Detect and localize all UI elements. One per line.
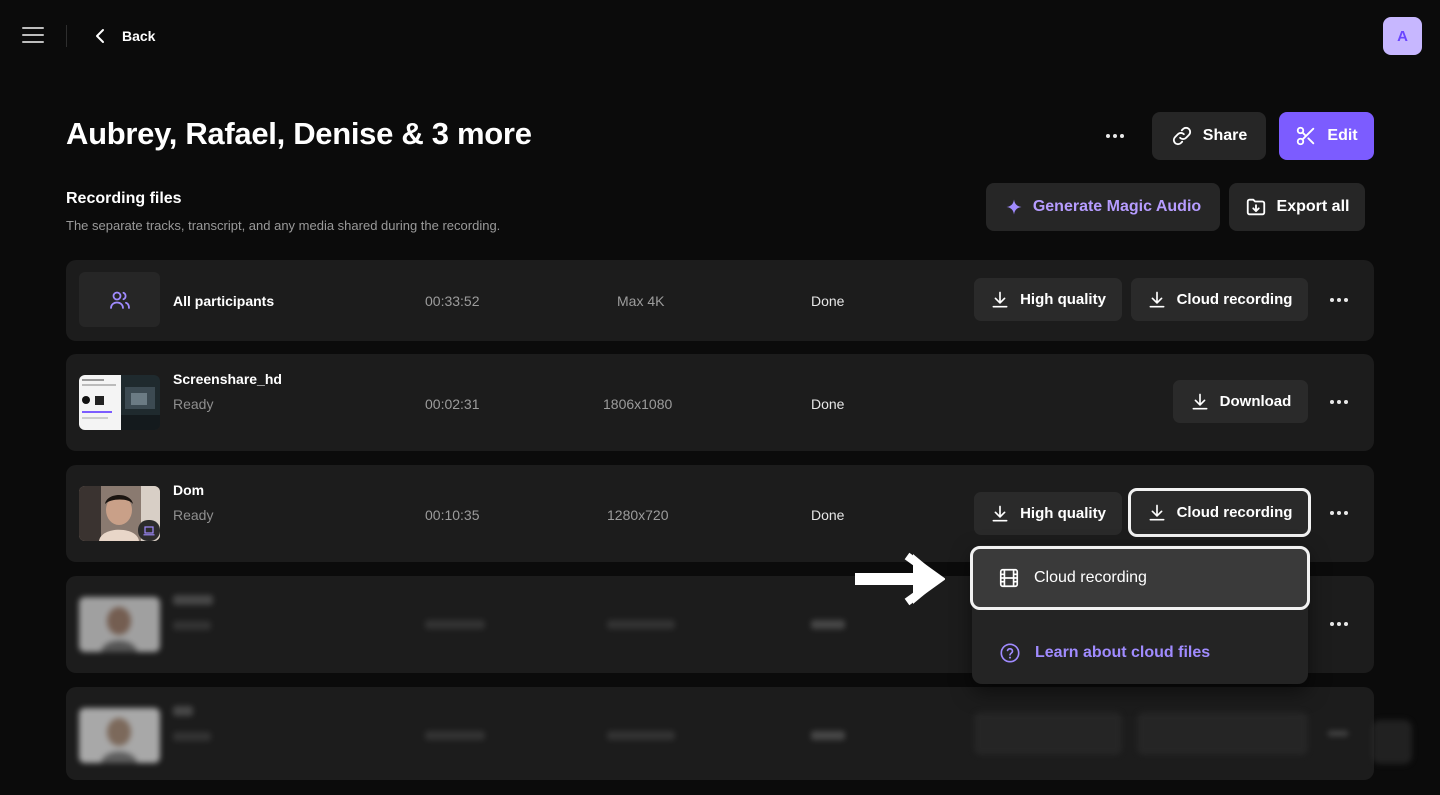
row-status: Ready bbox=[173, 507, 214, 523]
participants-thumbnail bbox=[79, 272, 160, 327]
row-state: Done bbox=[811, 293, 845, 309]
dom-thumbnail bbox=[79, 486, 160, 541]
cloud-recording-label: Cloud recording bbox=[1176, 291, 1293, 308]
row-resolution: Max 4K bbox=[617, 293, 665, 309]
magic-audio-label: Generate Magic Audio bbox=[1032, 198, 1202, 215]
download-icon bbox=[992, 291, 1008, 307]
participant-video-image bbox=[79, 597, 160, 652]
download-icon bbox=[992, 505, 1008, 521]
sparkle-icon bbox=[1006, 199, 1022, 215]
film-icon bbox=[999, 568, 1019, 588]
participant-thumbnail bbox=[79, 597, 160, 652]
blurred-high-quality-button bbox=[974, 712, 1122, 755]
row-name: Screenshare_hd bbox=[173, 371, 282, 387]
table-row: Screenshare_hd Ready 00:02:31 1806x1080 … bbox=[66, 354, 1374, 451]
row-more-button[interactable] bbox=[1324, 387, 1354, 417]
download-icon bbox=[1149, 291, 1165, 307]
blurred-resolution bbox=[607, 620, 675, 629]
section-title: Recording files bbox=[66, 190, 182, 207]
high-quality-label: High quality bbox=[1020, 291, 1106, 308]
dropdown-item-learn-cloud-files[interactable]: Learn about cloud files bbox=[972, 633, 1308, 673]
avatar[interactable]: A bbox=[1383, 17, 1422, 55]
row-state: Done bbox=[811, 396, 845, 412]
participant-video-image bbox=[79, 708, 160, 763]
more-horizontal-icon bbox=[1330, 622, 1348, 626]
screenshare-preview-image bbox=[79, 375, 160, 430]
chevron-left-icon bbox=[96, 29, 104, 43]
back-button[interactable]: Back bbox=[90, 24, 155, 48]
blurred-status bbox=[173, 621, 211, 630]
blurred-resolution bbox=[607, 731, 675, 740]
blurred-name bbox=[173, 595, 213, 605]
row-more-button[interactable] bbox=[1324, 498, 1354, 528]
app-window: Back A Aubrey, Rafael, Denise & 3 more S… bbox=[0, 0, 1440, 795]
blurred-cloud-recording-button bbox=[1137, 712, 1308, 755]
table-row bbox=[66, 687, 1374, 780]
laptop-badge bbox=[138, 520, 160, 541]
blurred-duration bbox=[425, 731, 485, 740]
edit-label: Edit bbox=[1327, 127, 1358, 144]
row-duration: 00:02:31 bbox=[425, 396, 480, 412]
link-icon bbox=[1172, 126, 1191, 146]
help-circle-icon bbox=[1000, 643, 1020, 663]
share-button[interactable]: Share bbox=[1152, 112, 1266, 160]
folder-download-icon bbox=[1246, 198, 1265, 216]
menu-icon[interactable] bbox=[22, 27, 44, 45]
more-horizontal-icon bbox=[1330, 400, 1348, 404]
blurred-state bbox=[811, 731, 845, 740]
table-row: All participants 00:33:52 Max 4K Done Hi… bbox=[66, 260, 1374, 341]
row-duration: 00:10:35 bbox=[425, 507, 480, 523]
more-horizontal-icon bbox=[1106, 134, 1124, 138]
blurred-row-content bbox=[66, 687, 1374, 780]
cloud-recording-button[interactable]: Cloud recording bbox=[1128, 488, 1311, 537]
cloud-recording-dropdown: Cloud recording Learn about cloud files bbox=[970, 545, 1310, 684]
high-quality-button[interactable]: High quality bbox=[974, 492, 1122, 535]
download-icon bbox=[1192, 393, 1208, 409]
dropdown-learn-label: Learn about cloud files bbox=[1035, 644, 1211, 661]
more-horizontal-icon bbox=[1330, 298, 1348, 302]
blurred-state bbox=[811, 620, 845, 629]
blurred-corner-button bbox=[1372, 720, 1412, 764]
laptop-icon bbox=[143, 525, 155, 535]
topbar-divider bbox=[66, 25, 67, 47]
download-icon bbox=[1149, 504, 1165, 520]
row-state: Done bbox=[811, 507, 845, 523]
cloud-recording-label: Cloud recording bbox=[1176, 504, 1293, 521]
screenshare-thumbnail bbox=[79, 375, 160, 430]
cloud-recording-button[interactable]: Cloud recording bbox=[1131, 278, 1308, 321]
blurred-row-content bbox=[66, 576, 966, 673]
row-name: Dom bbox=[173, 482, 205, 498]
users-icon bbox=[109, 291, 130, 309]
download-label: Download bbox=[1219, 393, 1292, 410]
more-horizontal-icon bbox=[1330, 511, 1348, 515]
row-name: All participants bbox=[173, 293, 275, 309]
blurred-status bbox=[173, 732, 211, 741]
share-label: Share bbox=[1202, 127, 1248, 144]
row-resolution: 1280x720 bbox=[607, 507, 669, 523]
more-options-button[interactable] bbox=[1097, 118, 1133, 154]
row-more-button[interactable] bbox=[1324, 285, 1354, 315]
blurred-more-icon bbox=[1328, 731, 1348, 736]
blurred-duration bbox=[425, 620, 485, 629]
download-button[interactable]: Download bbox=[1173, 380, 1308, 423]
export-all-label: Export all bbox=[1276, 198, 1350, 215]
row-more-button[interactable] bbox=[1324, 609, 1354, 639]
section-subtitle: The separate tracks, transcript, and any… bbox=[66, 218, 501, 233]
row-duration: 00:33:52 bbox=[425, 293, 480, 309]
row-status: Ready bbox=[173, 396, 214, 412]
high-quality-label: High quality bbox=[1020, 505, 1106, 522]
dropdown-item-cloud-recording[interactable]: Cloud recording bbox=[970, 546, 1310, 610]
export-all-button[interactable]: Export all bbox=[1229, 183, 1365, 231]
scissors-icon bbox=[1297, 126, 1315, 146]
blurred-name bbox=[173, 706, 193, 716]
dropdown-cloud-label: Cloud recording bbox=[1034, 569, 1147, 586]
participant-thumbnail bbox=[79, 708, 160, 763]
back-label: Back bbox=[122, 28, 156, 44]
generate-magic-audio-button[interactable]: Generate Magic Audio bbox=[986, 183, 1220, 231]
edit-button[interactable]: Edit bbox=[1279, 112, 1374, 160]
page-title: Aubrey, Rafael, Denise & 3 more bbox=[66, 116, 532, 151]
row-resolution: 1806x1080 bbox=[603, 396, 673, 412]
high-quality-button[interactable]: High quality bbox=[974, 278, 1122, 321]
arrow-right-icon bbox=[855, 552, 945, 606]
